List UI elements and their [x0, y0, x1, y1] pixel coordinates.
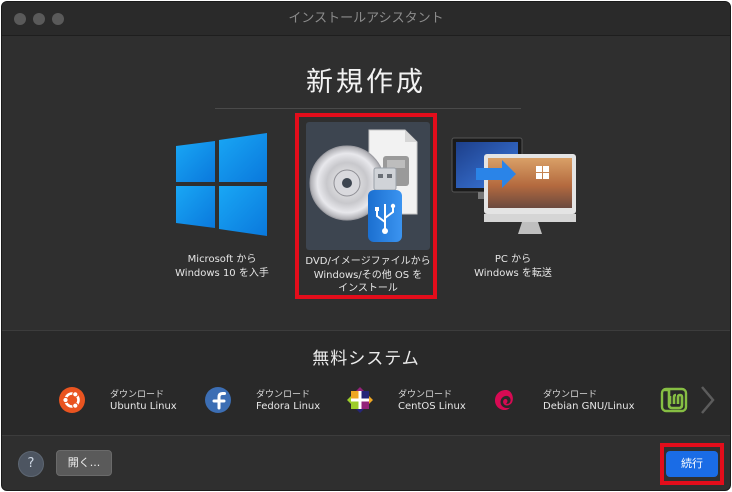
- windows-logo-icon: [176, 133, 267, 236]
- option-label: Microsoft から Windows 10 を入手: [175, 254, 269, 279]
- section-divider: [215, 108, 521, 109]
- distro-name: Fedora Linux: [256, 401, 321, 412]
- open-button[interactable]: 開く...: [56, 450, 112, 476]
- title-bar: インストールアシスタント: [2, 2, 730, 36]
- distro-name: Debian GNU/Linux: [543, 401, 635, 412]
- debian-logo-icon: [495, 390, 513, 410]
- dvd-usb-image-icon: [309, 129, 418, 242]
- download-label: ダウンロード: [256, 390, 311, 400]
- centos-logo-icon: [347, 387, 373, 413]
- download-ubuntu-linux[interactable]: ダウンロード Ubuntu Linux: [58, 384, 178, 420]
- chevron-right-icon[interactable]: [699, 385, 715, 415]
- download-fedora-linux[interactable]: ダウンロード Fedora Linux: [204, 384, 324, 420]
- download-centos-linux[interactable]: ダウンロード CentOS Linux: [346, 384, 466, 420]
- pc-to-mac-transfer-icon: [451, 137, 576, 234]
- continue-button[interactable]: 続行: [666, 451, 718, 477]
- option-transfer-windows-from-pc[interactable]: PC から Windows を転送: [438, 130, 588, 290]
- download-debian-linux[interactable]: ダウンロード Debian GNU/Linux: [491, 384, 635, 420]
- download-label: ダウンロード: [110, 390, 165, 400]
- option-label: PC から Windows を転送: [474, 254, 552, 279]
- distro-name: Ubuntu Linux: [110, 401, 177, 412]
- help-button[interactable]: ?: [18, 451, 44, 477]
- download-linux-mint[interactable]: [660, 384, 690, 420]
- option-get-windows-from-microsoft[interactable]: Microsoft から Windows 10 を入手: [162, 130, 282, 290]
- fedora-logo-icon: [205, 387, 231, 413]
- free-systems-title: 無料システム: [312, 349, 420, 369]
- option-label: DVD/イメージファイルから Windows/その他 OS を インストール: [305, 256, 431, 294]
- download-label: ダウンロード: [543, 390, 598, 400]
- download-label: ダウンロード: [398, 390, 453, 400]
- new-section-title: 新規作成: [306, 67, 426, 98]
- window-title: インストールアシスタント: [288, 11, 444, 26]
- linux-mint-logo-icon: [660, 387, 688, 413]
- installation-assistant-window: インストールアシスタント 新規作成 Microsoft から Windows 1…: [1, 1, 731, 491]
- distro-name: CentOS Linux: [398, 401, 466, 412]
- ubuntu-logo-icon: [59, 387, 85, 413]
- option-install-from-dvd-or-image[interactable]: DVD/イメージファイルから Windows/その他 OS を インストール: [299, 116, 437, 298]
